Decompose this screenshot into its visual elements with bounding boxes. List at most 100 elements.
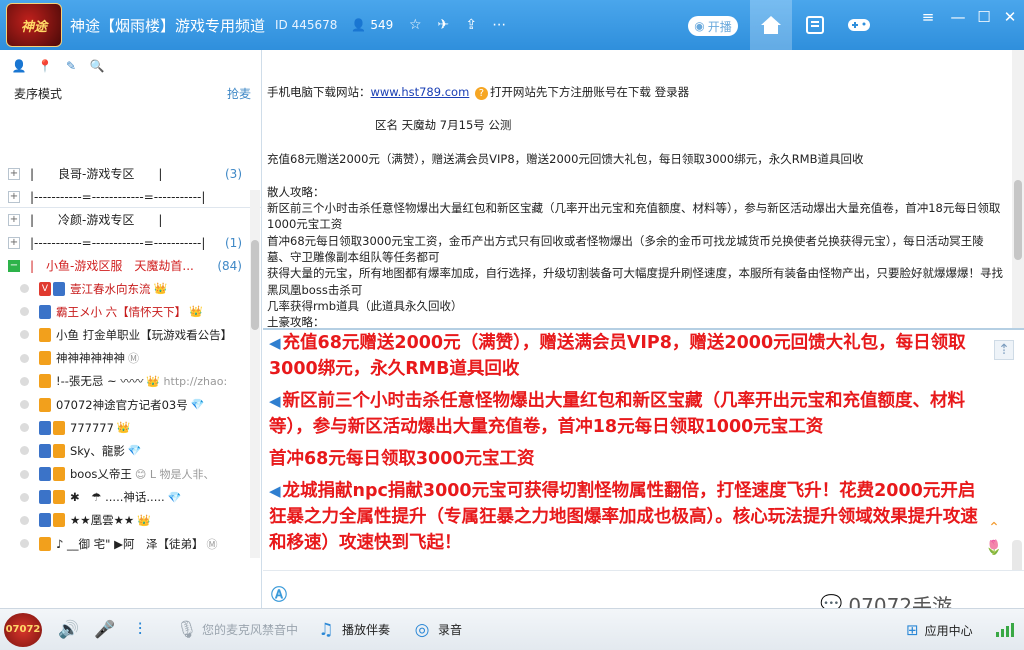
mic-banned-status: 您的麦克风禁音中: [202, 623, 299, 637]
record-button[interactable]: 录音: [438, 621, 462, 638]
share-icon[interactable]: ⇪: [463, 17, 479, 33]
expand-toggle-icon[interactable]: +: [8, 167, 20, 180]
microphone-icon[interactable]: 🎤: [94, 620, 115, 640]
user-name: ♪ __御 宅" ▶阿 泽【徒弟】: [56, 536, 204, 551]
role-badge-icon: [39, 490, 51, 505]
user-list-item[interactable]: V 壹江春水向东流 👑: [0, 277, 250, 300]
grab-mic-button[interactable]: 抢麦: [227, 85, 251, 102]
expand-toggle-icon[interactable]: +: [8, 236, 20, 249]
collapse-button[interactable]: ⌃: [984, 518, 1004, 538]
channel-tree-scrollbar[interactable]: [250, 190, 260, 558]
channel-item[interactable]: − | 小鱼-游戏区服 天魔劫首... (84): [0, 254, 250, 277]
status-dot-icon: [20, 539, 29, 549]
role-badge-icon: [39, 467, 51, 482]
user-list-item[interactable]: 小鱼 打金单职业【玩游戏看公告】: [0, 323, 250, 346]
chat-message-text: 新区前三个小时击杀任意怪物爆出大量红包和新区宝藏（几率开出元宝和充值额度、材料等…: [269, 391, 966, 437]
user-list-item[interactable]: 07072神途官方记者03号 💎: [0, 393, 250, 416]
channel-item[interactable]: + |-----------=------------=-----------| (…: [0, 231, 250, 254]
user-list-item[interactable]: Sky、龍影 💎: [0, 439, 250, 462]
user-decoration: 😊 L 物是人非、: [134, 468, 215, 482]
search-icon[interactable]: 🔍: [88, 57, 106, 75]
status-dot-icon: [20, 330, 29, 340]
user-name: 霸王メ小 六【情怀天下】: [56, 304, 187, 319]
start-stream-button[interactable]: ◉ 开播: [688, 16, 738, 36]
collapse-toggle-icon[interactable]: −: [8, 259, 20, 272]
record-icon[interactable]: ◎: [412, 620, 432, 640]
speaker-volume-icon[interactable]: 🔊: [58, 620, 79, 640]
scrollbar-thumb[interactable]: [251, 240, 259, 330]
flower-button[interactable]: 🌷: [984, 538, 1004, 558]
channel-announcement: 手机电脑下载网站：www.hst789.com ? 打开网站先下方注册账号在下载 …: [263, 50, 1009, 328]
user-icon: 👤: [351, 18, 367, 32]
user-list-item[interactable]: 霸王メ小 六【情怀天下】 👑: [0, 300, 250, 323]
channel-name: |-----------=------------=-----------|: [30, 235, 206, 250]
font-format-icon[interactable]: Ⓐ: [271, 581, 293, 604]
app-center-button[interactable]: ⊞ 应用中心: [906, 621, 973, 639]
status-dot-icon: [20, 515, 29, 525]
guide-line-2: 首冲68元每日领取3000元宝工资，金币产出方式只有回收或者怪物爆出（多余的金币…: [267, 233, 984, 265]
user-list-item[interactable]: ♪ __御 宅" ▶阿 泽【徒弟】 Ⓜ: [0, 532, 250, 555]
tab-list[interactable]: [794, 0, 836, 50]
play-accompaniment-button[interactable]: 播放伴奏: [342, 621, 390, 638]
role-badge-icon: [39, 374, 51, 389]
download-line: 手机电脑下载网站：www.hst789.com ? 打开网站先下方注册账号在下载 …: [267, 84, 1005, 100]
role-badge-icon: [39, 443, 51, 458]
channel-item[interactable]: + | 冷颜-游戏专区 |: [0, 208, 250, 231]
expand-toggle-icon[interactable]: +: [8, 190, 20, 203]
user-list-item[interactable]: !--張无忌 ~ 〰〰 👑 http://zhao:: [0, 370, 250, 393]
announcement-scrollbar[interactable]: [1012, 50, 1024, 328]
scroll-top-button[interactable]: ⇡: [994, 340, 1014, 360]
user-list-icon[interactable]: 👤: [10, 57, 28, 75]
help-icon: ?: [474, 87, 488, 100]
channel-id: ID 445678: [275, 18, 338, 32]
role-badge-icon: [53, 490, 65, 505]
start-stream-label: 开播: [707, 19, 732, 34]
role-badge-icon: [39, 327, 51, 342]
favorite-star-icon[interactable]: ☆: [407, 17, 423, 33]
guide-title: 散人攻略：: [267, 184, 325, 199]
status-dot-icon: [20, 423, 29, 433]
chevron-up-icon: ⌃: [988, 520, 1000, 536]
channel-title: 神途【烟雨楼】游戏专用频道: [70, 16, 266, 35]
minimize-button[interactable]: —: [944, 0, 972, 34]
user-decoration: 👑: [137, 513, 151, 527]
expand-toggle-icon[interactable]: +: [8, 213, 20, 226]
close-button[interactable]: ✕: [996, 0, 1024, 34]
user-list-item[interactable]: ★★凰雲★★ 👑: [0, 509, 250, 532]
user-decoration: Ⓜ: [128, 352, 139, 366]
user-decoration: 👑 http://zhao:: [146, 374, 228, 388]
user-list-item[interactable]: boos乂帝王 😊 L 物是人非、: [0, 463, 250, 486]
user-name: !--張无忌 ~ 〰〰: [56, 374, 144, 389]
music-note-icon[interactable]: ♫: [316, 620, 336, 640]
mic-muted-icon[interactable]: 🎙: [176, 620, 198, 640]
menu-button[interactable]: ≡: [914, 0, 942, 34]
maximize-button[interactable]: ☐: [970, 0, 998, 34]
bottom-logo[interactable]: 07072: [4, 612, 42, 647]
role-badge-icon: [53, 281, 65, 296]
role-badge-icon: [53, 443, 65, 458]
channel-item[interactable]: + |-----------=------------=-----------|: [0, 185, 250, 208]
channel-tree: + | 良哥-游戏专区 | (3) + |-----------=-----------…: [0, 162, 250, 558]
user-list-item[interactable]: 777777 👑: [0, 416, 250, 439]
plane-icon[interactable]: ✈: [435, 17, 451, 33]
edit-icon[interactable]: ✎: [62, 57, 80, 75]
mic-mode-bar: 麦序模式 抢麦: [0, 82, 261, 104]
channel-name: | 冷颜-游戏专区 |: [30, 213, 163, 227]
chat-message: ◀ 充值68元赠送2000元（满赞），赠送满会员VIP8，赠送2000元回馈大礼包…: [269, 330, 985, 382]
download-link[interactable]: www.hst789.com: [371, 85, 470, 99]
title-bar: 神途 神途【烟雨楼】游戏专用频道 ID 445678 👤 549 ☆ ✈ ⇪ ⋯…: [0, 0, 1024, 50]
tab-game[interactable]: [838, 0, 880, 50]
user-decoration: 👑: [153, 282, 168, 296]
minimize-icon: —: [950, 8, 966, 26]
bottom-logo-text: 07072: [5, 624, 41, 635]
scrollbar-thumb[interactable]: [1014, 180, 1022, 260]
user-list-item[interactable]: ✱ ☂ .....神话..... 💎: [0, 486, 250, 509]
guide-line-3: 获得大量的元宝，所有地图都有爆率加成，自行选择，升级切割装备可大幅度提升刷怪速度…: [267, 266, 1003, 297]
tab-home[interactable]: [750, 0, 792, 50]
equalizer-icon[interactable]: ⫶: [130, 620, 150, 640]
more-icon[interactable]: ⋯: [491, 17, 507, 33]
channel-item[interactable]: + | 良哥-游戏专区 | (3): [0, 162, 250, 185]
arrow-up-icon: ⇡: [998, 342, 1010, 358]
location-icon[interactable]: 📍: [36, 57, 54, 75]
user-list-item[interactable]: 神神神神神神 Ⓜ: [0, 347, 250, 370]
